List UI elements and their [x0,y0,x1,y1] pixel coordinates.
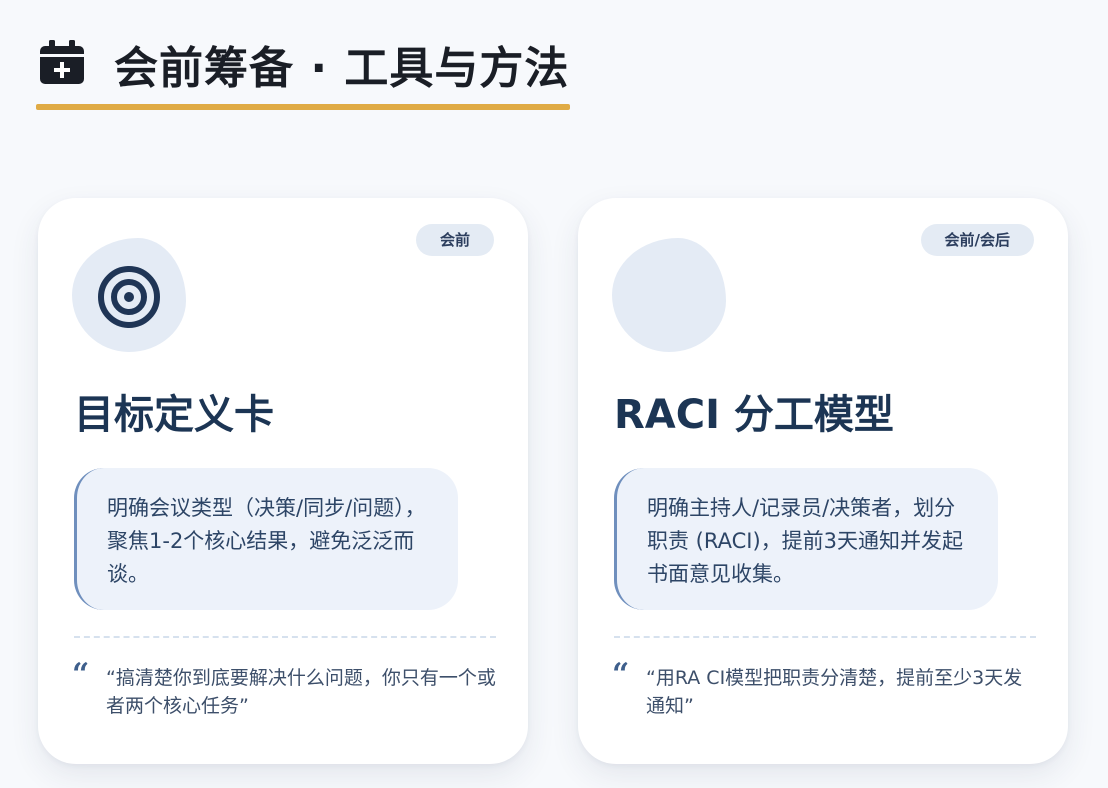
card-quote: “用RA CI模型把职责分清楚，提前至少3天发通知” [646,667,1023,717]
page-title: 会前筹备 · 工具与方法 [114,43,570,94]
icon-blob [612,238,726,352]
page-header: 会前筹备 · 工具与方法 [36,26,570,112]
card-title: RACI 分工模型 [614,392,894,438]
dashed-divider [614,636,1036,638]
phase-badge: 会前 [415,224,494,256]
card-title: 目标定义卡 [74,392,274,438]
calendar-add-icon [40,40,84,84]
title-underline [36,104,570,110]
card-quote: “搞清楚你到底要解决什么问题，你只有一个或者两个核心任务” [106,667,496,717]
icon-blob [72,238,186,352]
quote-icon: “ [612,657,630,692]
quote-icon: “ [72,657,90,692]
target-icon [98,266,160,328]
dashed-divider [74,636,496,638]
phase-badge: 会前/会后 [920,224,1034,256]
card-raci-model: 会前/会后 RACI 分工模型 明确主持人/记录员/决策者，划分职责 (RACI… [578,198,1068,764]
card-description: 明确主持人/记录员/决策者，划分职责 (RACI)，提前3天通知并发起书面意见收… [614,468,998,610]
card-goal-definition: 会前 目标定义卡 明确会议类型（决策/同步/问题），聚焦1-2个核心结果，避免泛… [38,198,528,764]
card-description: 明确会议类型（决策/同步/问题），聚焦1-2个核心结果，避免泛泛而谈。 [74,468,458,610]
